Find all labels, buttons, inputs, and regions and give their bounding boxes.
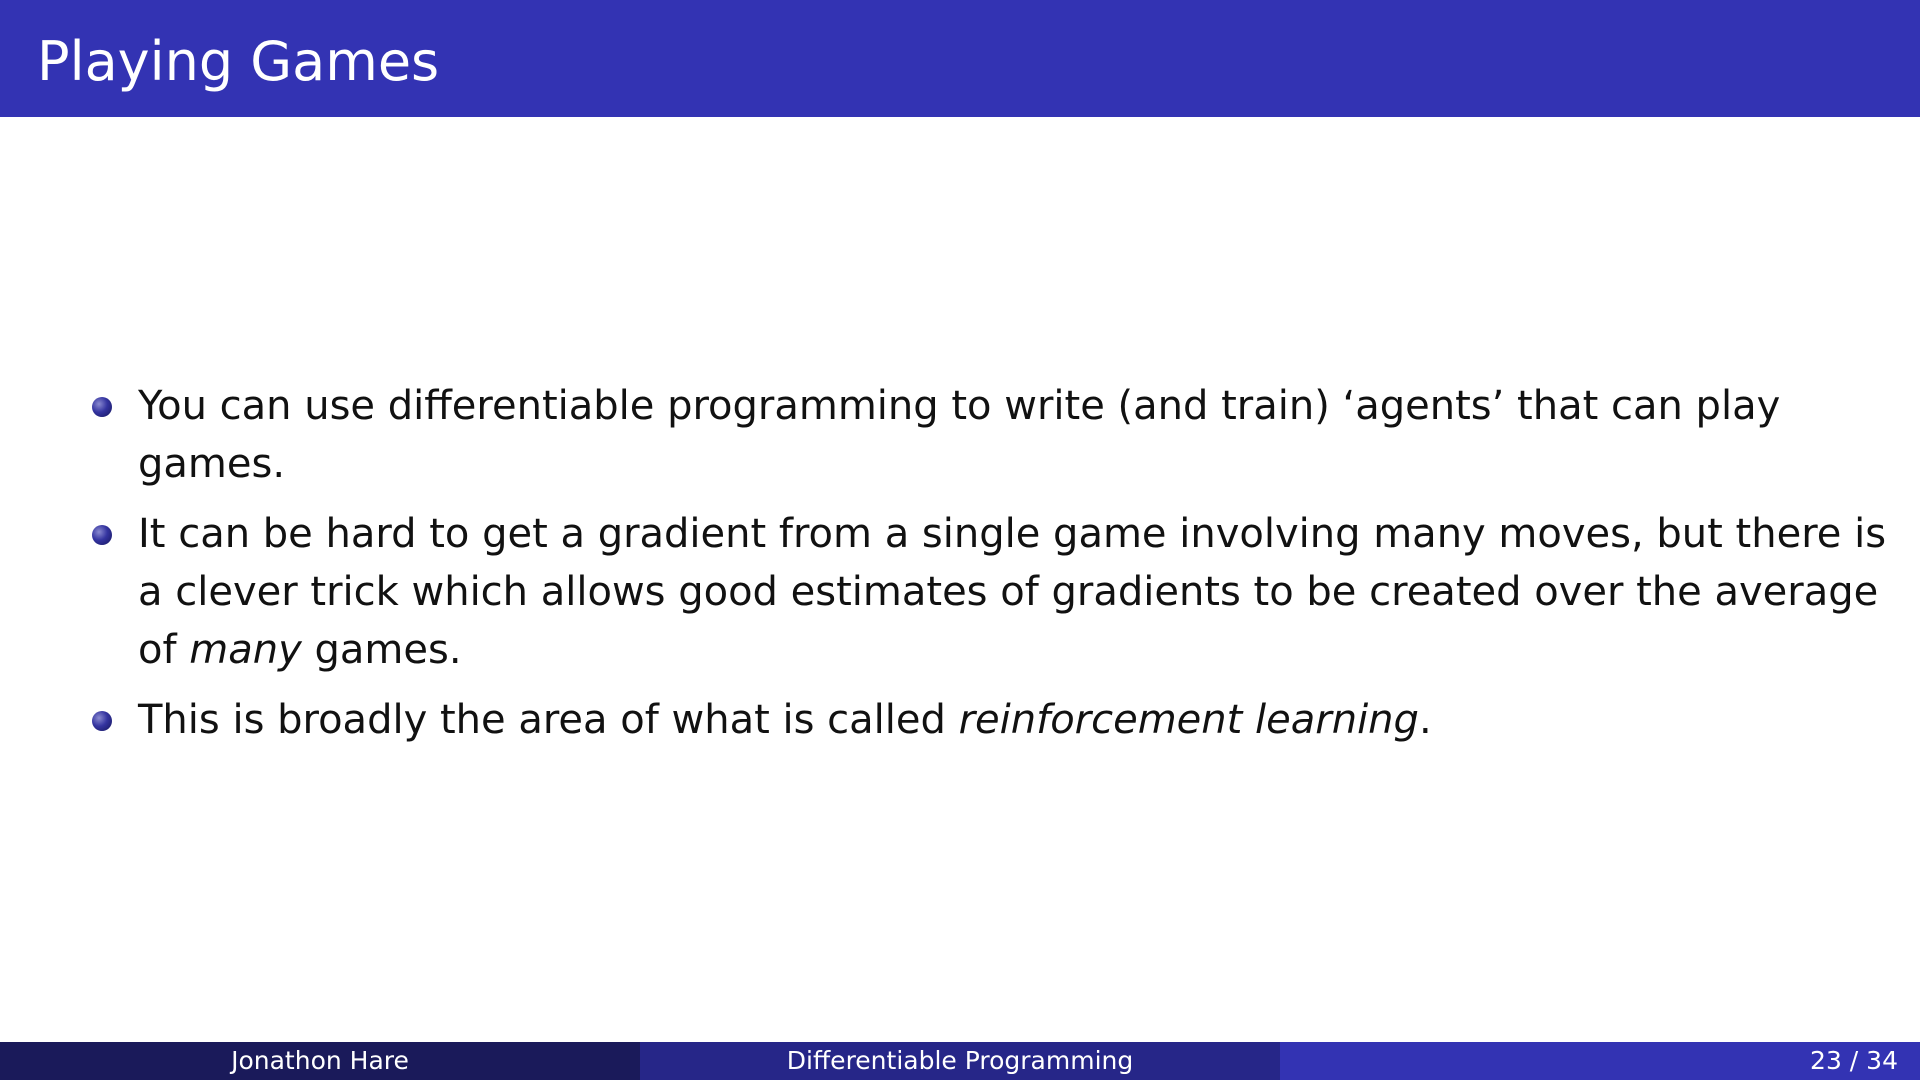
bullet-text: You can use differentiable programming t… <box>138 383 1781 487</box>
slide: Playing Games You can use differentiable… <box>0 0 1920 1080</box>
bullet-icon <box>92 711 112 731</box>
bullet-text-tail: . <box>1418 697 1432 743</box>
bullet-text-tail: games. <box>301 627 462 673</box>
footer-talk-title: Differentiable Programming <box>640 1042 1280 1080</box>
bullet-text: This is broadly the area of what is call… <box>138 697 959 743</box>
bullet-item: It can be hard to get a gradient from a … <box>92 505 1892 679</box>
bullet-icon <box>92 397 112 417</box>
bullet-emphasis: many <box>189 627 302 673</box>
bullet-icon <box>92 525 112 545</box>
bullet-item: You can use differentiable programming t… <box>92 377 1892 493</box>
title-bar: Playing Games <box>0 0 1920 117</box>
footer-page-number: 23 / 34 <box>1280 1042 1920 1080</box>
footer-bar: Jonathon Hare Differentiable Programming… <box>0 1042 1920 1080</box>
bullet-emphasis: reinforcement learning <box>958 697 1419 743</box>
slide-title: Playing Games <box>37 30 440 93</box>
footer-author: Jonathon Hare <box>0 1042 640 1080</box>
slide-content: You can use differentiable programming t… <box>0 117 1920 1042</box>
bullet-item: This is broadly the area of what is call… <box>92 691 1892 749</box>
bullet-list: You can use differentiable programming t… <box>92 377 1892 761</box>
